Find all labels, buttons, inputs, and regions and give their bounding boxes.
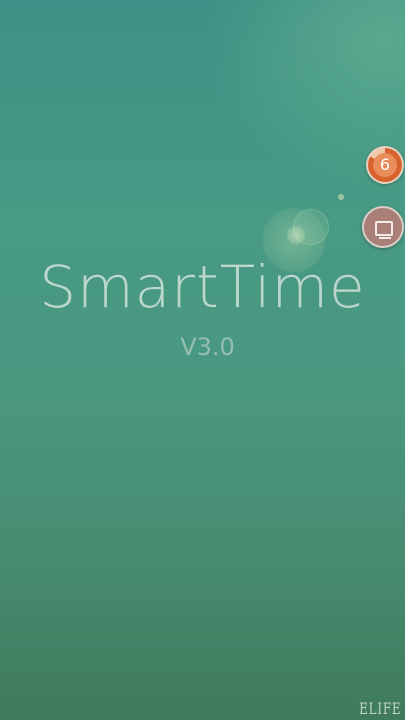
screen-icon [375,221,393,239]
floating-count-badge[interactable]: 6 [366,146,404,184]
lens-flare-dot [338,194,344,200]
lens-flare-spot [287,226,305,244]
badge-count: 6 [373,153,397,177]
app-version: V3.0 [180,333,235,361]
floating-screen-button[interactable] [362,206,404,248]
watermark-text: ELIFE [358,699,401,718]
splash-screen: SmartTime V3.0 6 ELIFE [0,0,405,720]
lens-flare-ring [293,209,329,245]
app-title: SmartTime [39,253,366,321]
